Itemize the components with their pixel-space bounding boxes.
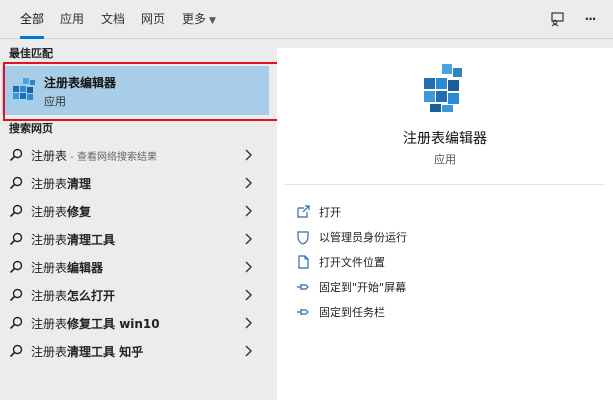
web-search-result[interactable]: 注册表怎么打开	[0, 281, 269, 309]
search-icon	[9, 204, 23, 218]
tab-documents[interactable]: 文档	[101, 10, 125, 30]
preview-app-name: 注册表编辑器	[403, 131, 487, 147]
web-search-result-text: 注册表 - 查看网络搜索结果	[31, 147, 157, 164]
best-match-result[interactable]: 注册表编辑器 应用	[2, 66, 269, 115]
tab-more-label: 更多	[182, 12, 207, 26]
web-search-result[interactable]: 注册表修复	[0, 197, 269, 225]
action-run-as-admin-label: 以管理员身份运行	[319, 231, 407, 244]
action-pin-to-taskbar-label: 固定到任务栏	[319, 306, 385, 319]
web-search-result-text: 注册表清理工具 知乎	[31, 343, 143, 360]
action-open-label: 打开	[319, 206, 341, 219]
query-suggestion: 清理	[67, 177, 92, 191]
best-match-type: 应用	[44, 95, 66, 108]
shield-icon	[297, 231, 309, 245]
feedback-button[interactable]	[546, 8, 568, 30]
query-suggestion: 修复工具 win10	[67, 317, 160, 331]
best-match-heading: 最佳匹配	[9, 47, 53, 60]
chevron-right-icon[interactable]	[243, 149, 253, 161]
preview-divider	[285, 184, 605, 185]
query-text: 注册表	[31, 345, 68, 359]
ellipsis-icon: ···	[584, 12, 597, 26]
chevron-right-icon[interactable]	[243, 177, 253, 189]
web-search-result-text: 注册表怎么打开	[31, 287, 115, 304]
search-icon	[9, 176, 23, 190]
more-options-button[interactable]: ···	[579, 8, 601, 30]
query-text: 注册表	[31, 289, 68, 303]
search-icon	[9, 288, 23, 302]
action-pin-to-start-label: 固定到"开始"屏幕	[319, 281, 407, 294]
pin-icon	[297, 284, 309, 290]
regedit-icon	[13, 78, 35, 100]
query-suggestion: 清理工具 知乎	[67, 345, 144, 359]
web-result-hint: - 查看网络搜索结果	[67, 152, 157, 163]
web-search-heading: 搜索网页	[9, 122, 53, 135]
web-search-result[interactable]: 注册表修复工具 win10	[0, 309, 269, 337]
web-search-result-text: 注册表编辑器	[31, 259, 103, 276]
chevron-right-icon[interactable]	[243, 289, 253, 301]
query-text: 注册表	[31, 149, 68, 163]
search-icon	[9, 260, 23, 274]
preview-panel: 注册表编辑器 应用 打开 以管理员身份运行 打开文件位置 固定到"开始"屏幕 固…	[277, 48, 613, 400]
chevron-right-icon[interactable]	[243, 261, 253, 273]
regedit-large-icon	[424, 64, 462, 112]
tab-web[interactable]: 网页	[141, 10, 165, 30]
query-suggestion: 怎么打开	[67, 289, 116, 303]
chevron-down-icon: ▼	[209, 16, 216, 26]
preview-app-type: 应用	[434, 153, 456, 166]
query-text: 注册表	[31, 177, 68, 191]
chevron-right-icon[interactable]	[243, 205, 253, 217]
file-location-icon	[298, 255, 309, 269]
search-icon	[9, 232, 23, 246]
web-search-result[interactable]: 注册表编辑器	[0, 253, 269, 281]
chevron-right-icon[interactable]	[243, 233, 253, 245]
web-search-result[interactable]: 注册表 - 查看网络搜索结果	[0, 141, 269, 169]
feedback-icon	[551, 12, 564, 27]
web-search-result[interactable]: 注册表清理工具 知乎	[0, 337, 269, 365]
search-icon	[9, 148, 23, 162]
query-text: 注册表	[31, 317, 68, 331]
open-icon	[297, 205, 310, 218]
tab-all[interactable]: 全部	[20, 10, 45, 39]
web-search-result-text: 注册表清理工具	[31, 231, 115, 248]
pin-icon	[297, 309, 309, 315]
best-match-name: 注册表编辑器	[44, 76, 117, 90]
tab-more[interactable]: 更多 ▼	[182, 10, 216, 30]
tab-apps[interactable]: 应用	[60, 10, 84, 30]
search-icon	[9, 316, 23, 330]
web-search-result-text: 注册表修复	[31, 203, 91, 220]
chevron-right-icon[interactable]	[243, 317, 253, 329]
action-open-file-location-label: 打开文件位置	[319, 256, 385, 269]
web-search-result-text: 注册表清理	[31, 175, 91, 192]
web-search-result[interactable]: 注册表清理	[0, 169, 269, 197]
web-search-result[interactable]: 注册表清理工具	[0, 225, 269, 253]
query-suggestion: 编辑器	[67, 261, 104, 275]
query-text: 注册表	[31, 205, 68, 219]
results-panel: 最佳匹配 注册表编辑器 应用 搜索网页 注册表 - 查看网络搜索结果 注册表清理注…	[0, 40, 269, 400]
query-text: 注册表	[31, 233, 68, 247]
chevron-right-icon[interactable]	[243, 345, 253, 357]
query-suggestion: 清理工具	[67, 233, 116, 247]
query-suggestion: 修复	[67, 205, 92, 219]
query-text: 注册表	[31, 261, 68, 275]
search-tab-bar: 全部 应用 文档 网页 更多 ▼ ···	[0, 0, 613, 39]
web-search-result-text: 注册表修复工具 win10	[31, 315, 160, 332]
search-icon	[9, 344, 23, 358]
